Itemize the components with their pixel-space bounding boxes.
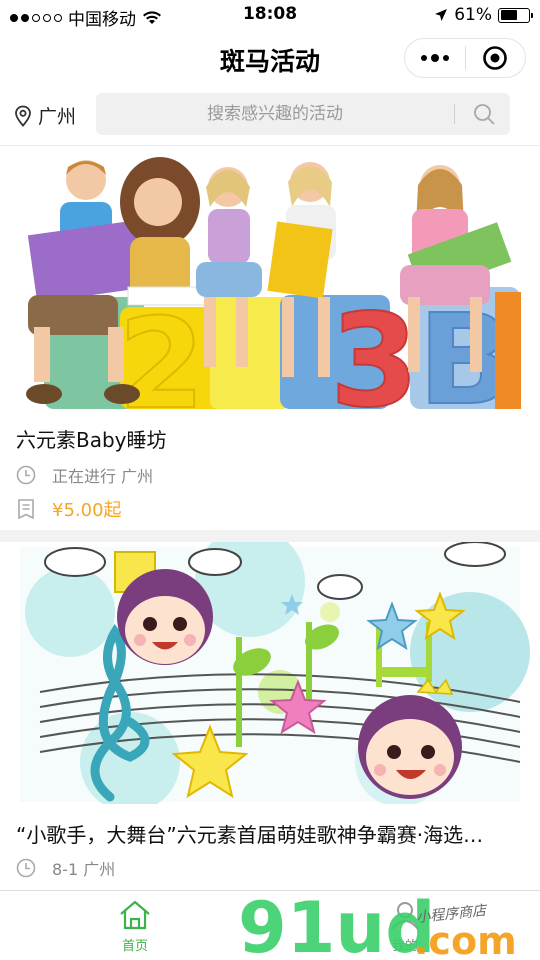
ticket-icon xyxy=(18,499,34,520)
mini-program-capsule xyxy=(404,38,526,78)
activity-card[interactable]: “小歌手，大舞台”六元素首届萌娃歌神争霸赛·海选… 8-1 广州 xyxy=(0,542,540,888)
tab-home[interactable]: 首页 xyxy=(90,899,180,954)
nav-bar: 斑马活动 xyxy=(0,30,540,88)
clock-icon xyxy=(16,858,36,878)
activity-meta: 正在进行 广州 xyxy=(16,463,153,487)
svg-text:.com: .com xyxy=(414,919,517,960)
clock-icon xyxy=(16,465,36,485)
search-button[interactable] xyxy=(458,93,510,135)
battery-fill xyxy=(500,10,517,20)
status-bar: 中国移动 18:08 61% xyxy=(0,0,540,30)
search-divider xyxy=(454,104,455,124)
location-arrow-icon xyxy=(435,9,448,21)
activity-card[interactable]: 2 3 B 六元素Baby睡坊 正在进行 广州 ¥5.00起 xyxy=(0,147,540,527)
activity-price: ¥5.00起 xyxy=(52,500,122,521)
activity-title: “小歌手，大舞台”六元素首届萌娃歌神争霸赛·海选… xyxy=(16,823,484,847)
battery-icon xyxy=(498,7,533,23)
activity-meta: 8-1 广州 xyxy=(16,856,115,880)
location-city: 广州 xyxy=(38,106,77,128)
svg-text:3: 3 xyxy=(330,287,419,409)
battery-percent: 61% xyxy=(454,5,492,25)
watermark-logo: 91ud .com 小程序商店 xyxy=(236,882,526,960)
location-selector[interactable]: 广州 xyxy=(14,102,76,129)
search-icon xyxy=(474,104,495,125)
activity-cover-image: 2 3 B xyxy=(0,147,540,409)
activity-title: 六元素Baby睡坊 xyxy=(16,428,167,452)
location-pin-icon xyxy=(15,105,31,127)
search-row: 广州 xyxy=(0,88,540,146)
activity-status: 正在进行 广州 xyxy=(52,467,154,486)
activity-price-row: ¥5.00起 xyxy=(16,496,122,522)
tab-home-label: 首页 xyxy=(121,939,148,954)
more-dot-icon xyxy=(443,55,449,61)
home-icon xyxy=(120,900,150,930)
svg-text:91ud: 91ud xyxy=(238,887,435,960)
activity-cover-image xyxy=(0,542,540,804)
activity-status: 8-1 广州 xyxy=(52,860,116,879)
close-button[interactable] xyxy=(466,39,525,77)
card-separator xyxy=(0,530,540,542)
more-dot-icon xyxy=(431,54,439,62)
more-dot-icon xyxy=(421,55,427,61)
status-right: 61% xyxy=(434,5,533,25)
more-button[interactable] xyxy=(405,39,465,77)
search-box xyxy=(96,93,510,135)
search-input[interactable] xyxy=(96,93,454,135)
close-target-icon xyxy=(483,46,508,70)
